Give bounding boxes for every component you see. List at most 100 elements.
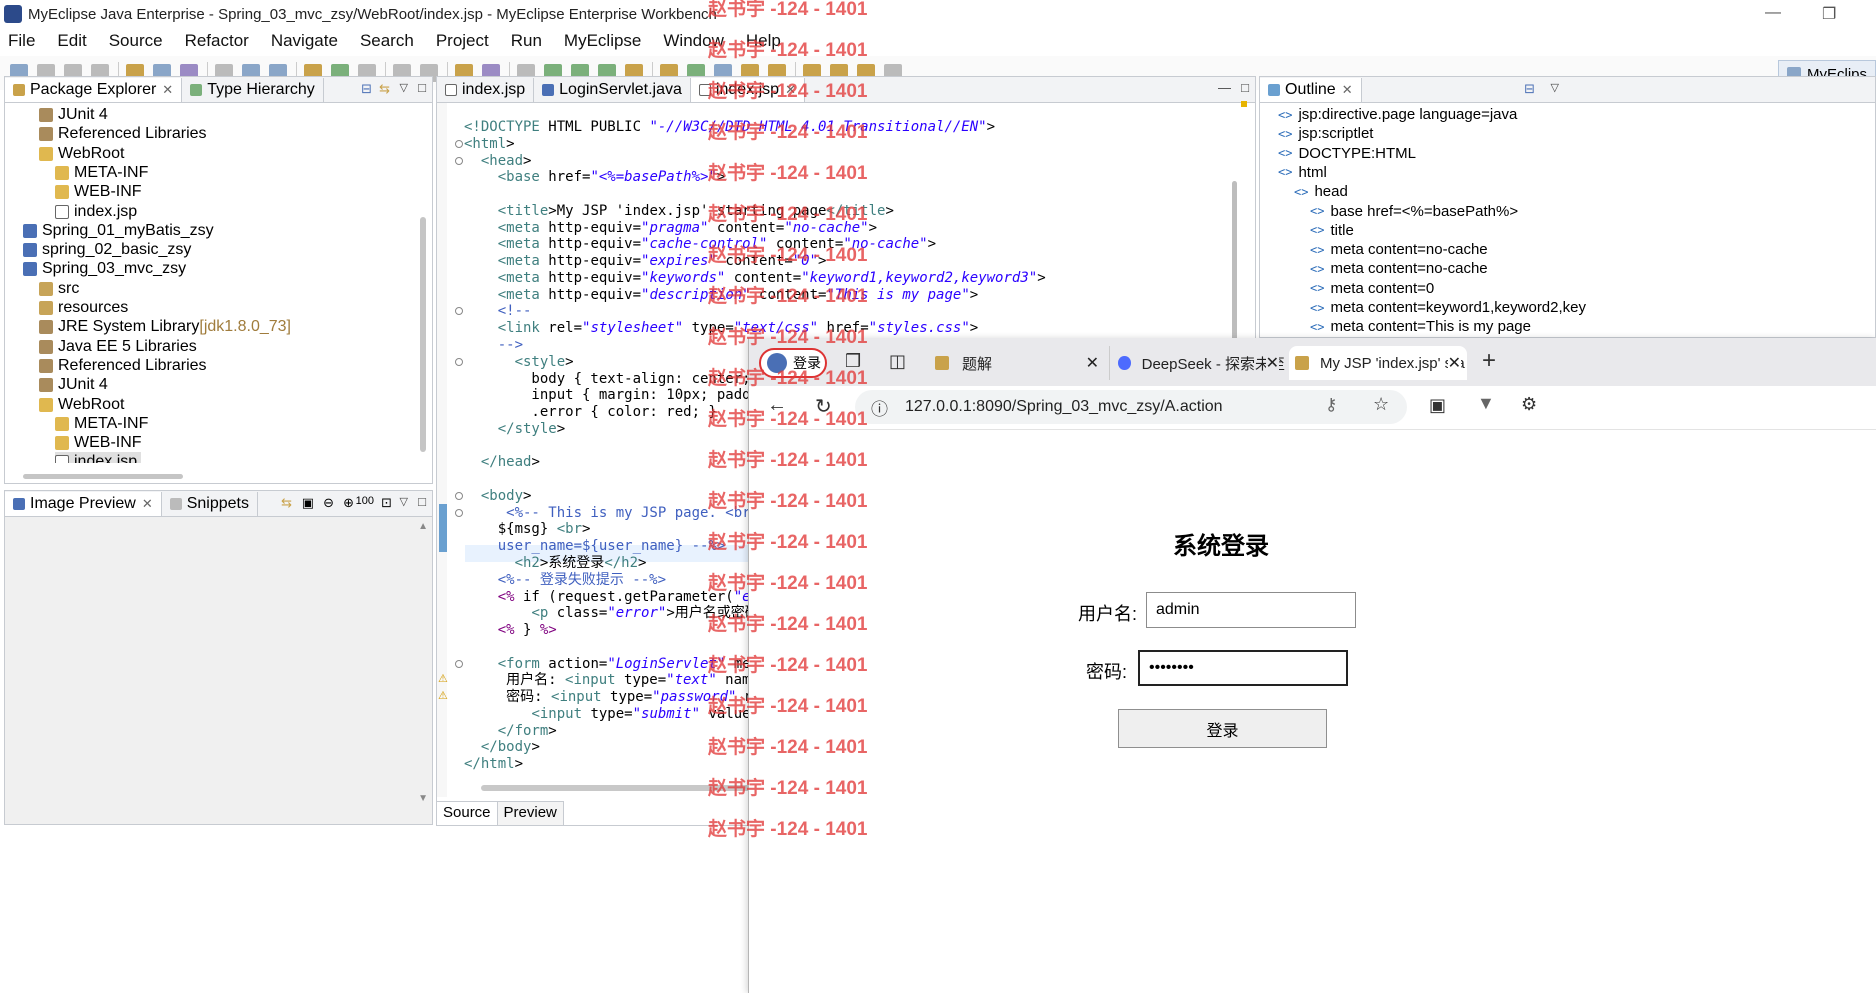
tree-item[interactable]: WebRoot xyxy=(39,395,124,415)
sync-icon[interactable]: ⇆ xyxy=(281,495,292,511)
tree-item[interactable]: resources xyxy=(39,298,128,318)
vertical-tabs-icon[interactable]: ◫ xyxy=(889,351,906,372)
tree-item[interactable]: JUnit 4 xyxy=(39,105,108,125)
close-icon[interactable]: ✕ xyxy=(1086,353,1099,373)
link-editor-icon[interactable]: ⇆ xyxy=(379,81,390,97)
fold-icon[interactable] xyxy=(455,491,463,500)
tree-item[interactable]: WEB-INF xyxy=(55,433,142,453)
tree-item[interactable]: WEB-INF xyxy=(55,182,142,202)
fit-icon[interactable]: ▣ xyxy=(302,495,314,511)
extensions-puzzle-icon[interactable]: ⚙ xyxy=(1521,394,1537,415)
zoom-out-icon[interactable]: ⊖ xyxy=(323,495,334,511)
collapse-all-icon[interactable]: ⊟ xyxy=(1524,81,1535,97)
close-icon[interactable]: ✕ xyxy=(1265,353,1279,373)
fit-window-icon[interactable]: ⊡ xyxy=(381,495,392,511)
tree-item[interactable]: META-INF xyxy=(55,414,148,434)
tree-item[interactable]: Spring_01_myBatis_zsy xyxy=(23,221,214,241)
menu-file[interactable]: File xyxy=(8,31,35,51)
address-bar[interactable]: ⓘ 127.0.0.1:8090/Spring_03_mvc_zsy/A.act… xyxy=(855,390,1407,424)
proj-icon xyxy=(23,223,37,238)
maximize-icon[interactable]: □ xyxy=(1241,80,1249,95)
fold-icon[interactable] xyxy=(455,156,463,165)
menu-navigate[interactable]: Navigate xyxy=(271,31,338,51)
tree-item[interactable]: index.jsp xyxy=(55,202,137,222)
outline-item[interactable]: <> jsp:scriptlet xyxy=(1278,124,1373,143)
tree-item[interactable]: Java EE 5 Libraries xyxy=(39,337,197,357)
tab-preview[interactable]: Preview xyxy=(498,802,564,825)
view-menu-icon[interactable]: ▽ xyxy=(1551,81,1559,94)
restore-icon[interactable]: ❐ xyxy=(1822,4,1836,24)
scroll-down-icon[interactable]: ▼ xyxy=(418,793,428,804)
outline-item[interactable]: <> meta content=This is my page xyxy=(1310,317,1531,336)
login-submit-button[interactable]: 登录 xyxy=(1118,709,1327,748)
view-menu-icon[interactable]: ▽ xyxy=(400,495,408,508)
close-icon[interactable]: ✕ xyxy=(162,82,173,98)
outline-item[interactable]: <> meta content=keyword1,keyword2,key xyxy=(1310,298,1586,317)
close-icon[interactable]: ✕ xyxy=(1447,353,1461,373)
tab-snippets[interactable]: Snippets xyxy=(162,492,258,516)
key-icon[interactable]: ⚷ xyxy=(1325,395,1337,415)
tree-item[interactable]: Referenced Libraries xyxy=(39,356,207,376)
tree-hscrollbar[interactable] xyxy=(23,474,183,479)
tree-item[interactable]: META-INF xyxy=(55,163,148,183)
tree-item[interactable]: JUnit 4 xyxy=(39,375,108,395)
actual-size-icon[interactable]: 100 xyxy=(356,495,374,507)
menu-source[interactable]: Source xyxy=(109,31,163,51)
username-input[interactable]: admin xyxy=(1146,592,1356,628)
maximize-icon[interactable]: □ xyxy=(418,494,426,509)
scroll-up-icon[interactable]: ▲ xyxy=(418,521,428,532)
menu-run[interactable]: Run xyxy=(511,31,542,51)
password-input[interactable]: •••••••• xyxy=(1138,650,1348,686)
outline-item[interactable]: <> base href=<%=basePath%> xyxy=(1310,202,1518,221)
close-icon[interactable]: ✕ xyxy=(142,496,153,512)
view-menu-icon[interactable]: ▽ xyxy=(400,81,408,94)
outline-item[interactable]: <> meta content=no-cache xyxy=(1310,240,1488,259)
menu-search[interactable]: Search xyxy=(360,31,414,51)
info-icon[interactable]: ⓘ xyxy=(871,395,888,420)
fold-icon[interactable] xyxy=(455,139,463,148)
tab-loginservlet-java[interactable]: LoginServlet.java xyxy=(534,78,691,102)
fold-icon[interactable] xyxy=(455,659,463,668)
editor-scrollbar[interactable] xyxy=(1232,181,1237,351)
menu-refactor[interactable]: Refactor xyxy=(185,31,249,51)
tab-source[interactable]: Source xyxy=(437,802,498,825)
tree-item[interactable]: index.jsp xyxy=(55,452,142,463)
outline-item[interactable]: <> jsp:directive.page language=java xyxy=(1278,105,1517,124)
vpn-icon[interactable]: ▼ xyxy=(1477,393,1495,414)
outline-item[interactable]: <> meta content=no-cache xyxy=(1310,259,1488,278)
tab-index-jsp[interactable]: index.jsp xyxy=(437,78,535,102)
tree-item[interactable]: JRE System Library [jdk1.8.0_73] xyxy=(39,317,291,337)
zoom-in-icon[interactable]: ⊕ xyxy=(343,495,354,511)
new-tab-icon[interactable]: + xyxy=(1482,347,1496,375)
tree-scrollbar[interactable] xyxy=(420,217,426,452)
browser-tab-myjsp[interactable]: My JSP 'index.jsp' sta ✕ xyxy=(1289,346,1467,380)
outline-item[interactable]: <> title xyxy=(1310,221,1354,240)
minimize-icon[interactable]: — xyxy=(1765,4,1781,22)
outline-item[interactable]: <> DOCTYPE:HTML xyxy=(1278,144,1416,163)
outline-item[interactable]: <> meta content=0 xyxy=(1310,279,1434,298)
browser-tab-deepseek[interactable]: DeepSeek - 探索未至 ✕ xyxy=(1109,346,1285,380)
maximize-icon[interactable]: □ xyxy=(418,80,426,95)
menu-project[interactable]: Project xyxy=(436,31,489,51)
menu-edit[interactable]: Edit xyxy=(57,31,86,51)
fold-icon[interactable] xyxy=(455,508,463,517)
tab-package-explorer[interactable]: Package Explorer ✕ xyxy=(5,78,183,102)
outline-item[interactable]: <> html xyxy=(1278,163,1327,182)
tree-item[interactable]: WebRoot xyxy=(39,144,124,164)
favorite-star-icon[interactable]: ☆ xyxy=(1373,394,1389,415)
close-icon[interactable]: ✕ xyxy=(1342,82,1353,98)
tab-type-hierarchy[interactable]: Type Hierarchy xyxy=(182,78,324,102)
browser-tab-tijie[interactable]: 题解 ✕ xyxy=(927,346,1105,380)
outline-item[interactable]: <> head xyxy=(1294,182,1348,201)
minimize-icon[interactable]: — xyxy=(1218,80,1231,95)
fold-icon[interactable] xyxy=(455,357,463,366)
menu-myeclipse[interactable]: MyEclipse xyxy=(564,31,641,51)
tree-item[interactable]: spring_02_basic_zsy xyxy=(23,240,191,260)
tree-item[interactable]: Spring_03_mvc_zsy xyxy=(23,259,186,279)
tab-image-preview[interactable]: Image Preview ✕ xyxy=(5,492,162,516)
tree-item[interactable]: src xyxy=(39,279,79,299)
extension-icon[interactable]: ▣ xyxy=(1429,395,1446,416)
tree-item[interactable]: Referenced Libraries xyxy=(39,124,207,144)
collapse-all-icon[interactable]: ⊟ xyxy=(361,81,372,97)
tab-outline[interactable]: Outline ✕ xyxy=(1260,78,1362,102)
